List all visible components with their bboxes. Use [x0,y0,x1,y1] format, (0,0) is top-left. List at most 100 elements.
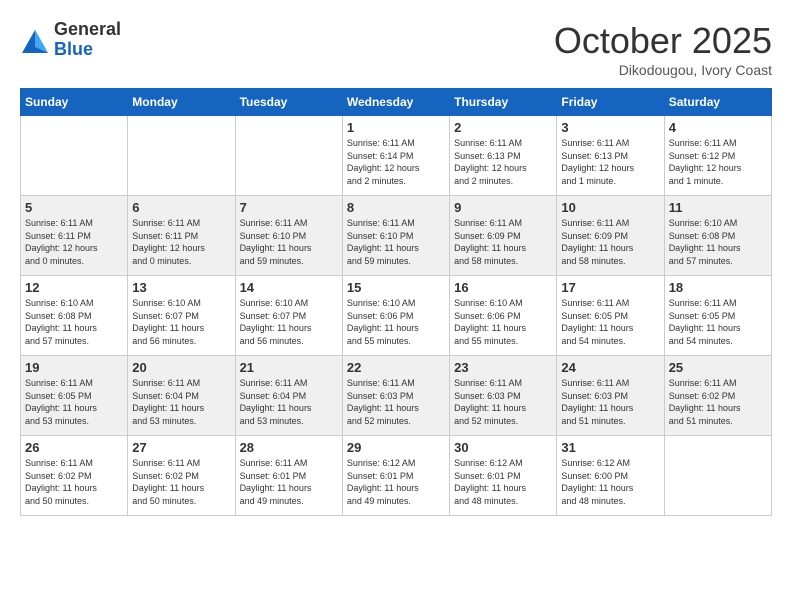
calendar-day-cell: 1 Sunrise: 6:11 AM Sunset: 6:14 PM Daylig… [342,116,449,196]
day-info: Sunrise: 6:11 AM Sunset: 6:14 PM Dayligh… [347,137,445,187]
day-number: 8 [347,200,445,215]
day-number: 4 [669,120,767,135]
day-number: 20 [132,360,230,375]
day-number: 3 [561,120,659,135]
day-info: Sunrise: 6:11 AM Sunset: 6:04 PM Dayligh… [240,377,338,427]
calendar-day-cell: 22 Sunrise: 6:11 AM Sunset: 6:03 PM Dayli… [342,356,449,436]
day-info: Sunrise: 6:11 AM Sunset: 6:09 PM Dayligh… [561,217,659,267]
calendar-day-cell: 8Sunrise: 6:11 AM Sunset: 6:10 PM Daylig… [342,196,449,276]
day-number: 21 [240,360,338,375]
day-info: Sunrise: 6:11 AM Sunset: 6:13 PM Dayligh… [561,137,659,187]
calendar-day-cell: 23Sunrise: 6:11 AM Sunset: 6:03 PM Dayli… [450,356,557,436]
calendar-day-cell: 13 Sunrise: 6:10 AM Sunset: 6:07 PM Dayli… [128,276,235,356]
calendar-day-cell: 28 Sunrise: 6:11 AM Sunset: 6:01 PM Dayli… [235,436,342,516]
calendar-week-row: 19 Sunrise: 6:11 AM Sunset: 6:05 PM Dayli… [21,356,772,436]
day-info: Sunrise: 6:12 AM Sunset: 6:01 PM Dayligh… [454,457,552,507]
month-title: October 2025 [554,20,772,62]
day-number: 28 [240,440,338,455]
day-number: 24 [561,360,659,375]
day-number: 14 [240,280,338,295]
calendar-day-cell: 29 Sunrise: 6:12 AM Sunset: 6:01 PM Dayli… [342,436,449,516]
day-info: Sunrise: 6:11 AM Sunset: 6:02 PM Dayligh… [132,457,230,507]
day-number: 13 [132,280,230,295]
calendar-day-cell: 6Sunrise: 6:11 AM Sunset: 6:11 PM Daylig… [128,196,235,276]
day-info: Sunrise: 6:10 AM Sunset: 6:07 PM Dayligh… [240,297,338,347]
calendar-day-cell: 3 Sunrise: 6:11 AM Sunset: 6:13 PM Daylig… [557,116,664,196]
day-number: 27 [132,440,230,455]
day-number: 19 [25,360,123,375]
day-info: Sunrise: 6:10 AM Sunset: 6:06 PM Dayligh… [454,297,552,347]
calendar-day-cell [128,116,235,196]
day-number: 16 [454,280,552,295]
calendar-day-cell: 19 Sunrise: 6:11 AM Sunset: 6:05 PM Dayli… [21,356,128,436]
calendar-day-cell: 21 Sunrise: 6:11 AM Sunset: 6:04 PM Dayli… [235,356,342,436]
calendar-day-cell: 24Sunrise: 6:11 AM Sunset: 6:03 PM Dayli… [557,356,664,436]
calendar-day-cell: 9 Sunrise: 6:11 AM Sunset: 6:09 PM Daylig… [450,196,557,276]
logo-general-text: General [54,20,121,40]
day-info: Sunrise: 6:10 AM Sunset: 6:07 PM Dayligh… [132,297,230,347]
calendar-day-cell: 31Sunrise: 6:12 AM Sunset: 6:00 PM Dayli… [557,436,664,516]
day-info: Sunrise: 6:11 AM Sunset: 6:11 PM Dayligh… [25,217,123,267]
calendar-day-cell: 7 Sunrise: 6:11 AM Sunset: 6:10 PM Daylig… [235,196,342,276]
calendar-day-cell: 12 Sunrise: 6:10 AM Sunset: 6:08 PM Dayli… [21,276,128,356]
day-info: Sunrise: 6:11 AM Sunset: 6:02 PM Dayligh… [25,457,123,507]
calendar-day-cell: 30 Sunrise: 6:12 AM Sunset: 6:01 PM Dayli… [450,436,557,516]
day-number: 25 [669,360,767,375]
day-number: 2 [454,120,552,135]
day-info: Sunrise: 6:11 AM Sunset: 6:05 PM Dayligh… [669,297,767,347]
day-of-week-header: Saturday [664,89,771,116]
day-info: Sunrise: 6:10 AM Sunset: 6:06 PM Dayligh… [347,297,445,347]
calendar-day-cell: 20 Sunrise: 6:11 AM Sunset: 6:04 PM Dayli… [128,356,235,436]
day-number: 22 [347,360,445,375]
day-number: 5 [25,200,123,215]
calendar-day-cell: 18 Sunrise: 6:11 AM Sunset: 6:05 PM Dayli… [664,276,771,356]
calendar-day-cell: 26 Sunrise: 6:11 AM Sunset: 6:02 PM Dayli… [21,436,128,516]
calendar-day-cell: 25Sunrise: 6:11 AM Sunset: 6:02 PM Dayli… [664,356,771,436]
day-number: 17 [561,280,659,295]
calendar-day-cell [21,116,128,196]
day-number: 6 [132,200,230,215]
day-of-week-header: Thursday [450,89,557,116]
day-number: 10 [561,200,659,215]
day-info: Sunrise: 6:11 AM Sunset: 6:05 PM Dayligh… [25,377,123,427]
calendar-week-row: 26 Sunrise: 6:11 AM Sunset: 6:02 PM Dayli… [21,436,772,516]
calendar-day-cell [664,436,771,516]
page-header: General Blue October 2025 Dikodougou, Iv… [20,20,772,78]
day-info: Sunrise: 6:11 AM Sunset: 6:05 PM Dayligh… [561,297,659,347]
logo: General Blue [20,20,121,60]
day-info: Sunrise: 6:11 AM Sunset: 6:04 PM Dayligh… [132,377,230,427]
calendar-header: SundayMondayTuesdayWednesdayThursdayFrid… [21,89,772,116]
calendar-day-cell: 4 Sunrise: 6:11 AM Sunset: 6:12 PM Daylig… [664,116,771,196]
day-info: Sunrise: 6:11 AM Sunset: 6:03 PM Dayligh… [347,377,445,427]
day-of-week-header: Friday [557,89,664,116]
day-number: 31 [561,440,659,455]
calendar-day-cell: 16 Sunrise: 6:10 AM Sunset: 6:06 PM Dayli… [450,276,557,356]
calendar-day-cell: 10 Sunrise: 6:11 AM Sunset: 6:09 PM Dayli… [557,196,664,276]
day-info: Sunrise: 6:12 AM Sunset: 6:01 PM Dayligh… [347,457,445,507]
day-info: Sunrise: 6:11 AM Sunset: 6:09 PM Dayligh… [454,217,552,267]
day-info: Sunrise: 6:11 AM Sunset: 6:01 PM Dayligh… [240,457,338,507]
day-number: 26 [25,440,123,455]
day-number: 12 [25,280,123,295]
calendar-day-cell [235,116,342,196]
calendar-day-cell: 27 Sunrise: 6:11 AM Sunset: 6:02 PM Dayli… [128,436,235,516]
day-of-week-header: Wednesday [342,89,449,116]
calendar-day-cell: 11 Sunrise: 6:10 AM Sunset: 6:08 PM Dayli… [664,196,771,276]
calendar-week-row: 5 Sunrise: 6:11 AM Sunset: 6:11 PM Daylig… [21,196,772,276]
day-number: 11 [669,200,767,215]
calendar-day-cell: 2Sunrise: 6:11 AM Sunset: 6:13 PM Daylig… [450,116,557,196]
day-number: 29 [347,440,445,455]
day-info: Sunrise: 6:11 AM Sunset: 6:10 PM Dayligh… [240,217,338,267]
day-info: Sunrise: 6:10 AM Sunset: 6:08 PM Dayligh… [25,297,123,347]
day-number: 15 [347,280,445,295]
day-number: 1 [347,120,445,135]
day-of-week-header: Sunday [21,89,128,116]
day-info: Sunrise: 6:10 AM Sunset: 6:08 PM Dayligh… [669,217,767,267]
day-number: 30 [454,440,552,455]
title-block: October 2025 Dikodougou, Ivory Coast [554,20,772,78]
day-number: 18 [669,280,767,295]
day-number: 7 [240,200,338,215]
location-text: Dikodougou, Ivory Coast [554,62,772,78]
day-number: 9 [454,200,552,215]
day-info: Sunrise: 6:11 AM Sunset: 6:12 PM Dayligh… [669,137,767,187]
